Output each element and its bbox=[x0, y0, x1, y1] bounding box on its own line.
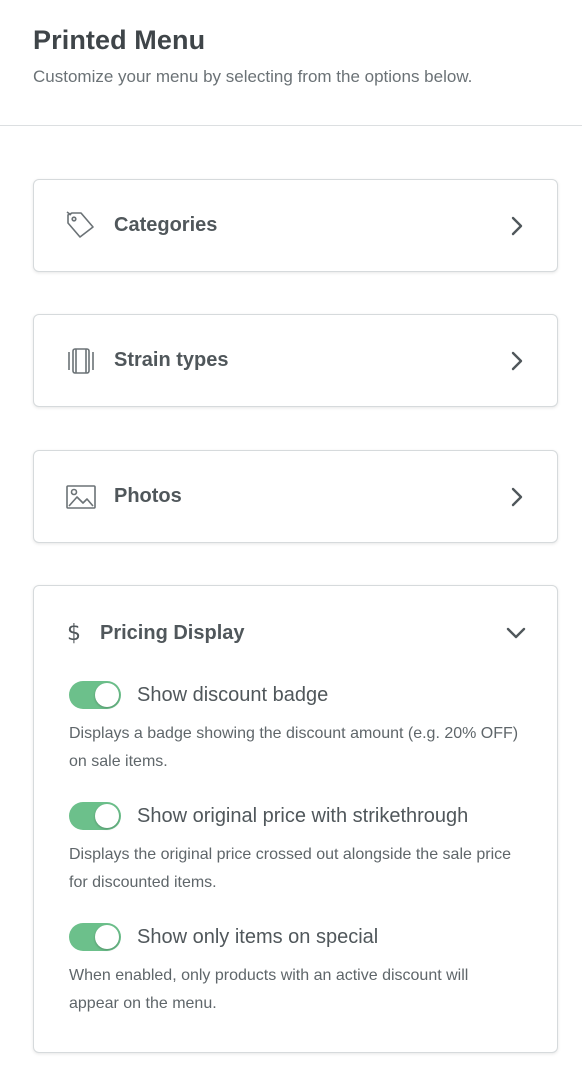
option-description: When enabled, only products with an acti… bbox=[69, 967, 469, 1012]
chevron-right-icon bbox=[507, 216, 527, 236]
page-subtitle: Customize your menu by selecting from th… bbox=[33, 67, 473, 86]
chevron-right-icon bbox=[507, 351, 527, 371]
show-discount-badge-toggle[interactable] bbox=[69, 681, 121, 709]
toggle-knob bbox=[95, 683, 119, 707]
strain-types-row[interactable]: Strain types bbox=[34, 315, 557, 406]
page-header: Printed Menu Customize your menu by sele… bbox=[0, 0, 582, 126]
option-description: Displays the original price crossed out … bbox=[69, 846, 512, 891]
option-description: Displays a badge showing the discount am… bbox=[69, 725, 519, 770]
section-photos[interactable]: Photos bbox=[33, 450, 558, 543]
toggle-knob bbox=[95, 925, 119, 949]
page-title: Printed Menu bbox=[33, 25, 206, 55]
strain-types-icon bbox=[64, 344, 98, 378]
pricing-option: Show only items on special When enabled,… bbox=[34, 922, 557, 1018]
photos-row[interactable]: Photos bbox=[34, 451, 557, 542]
categories-row[interactable]: Categories bbox=[34, 180, 557, 271]
chevron-down-icon[interactable] bbox=[505, 622, 527, 644]
dollar-icon: $ bbox=[67, 620, 81, 646]
section-categories[interactable]: Categories bbox=[33, 179, 558, 272]
pricing-option: Show original price with strikethrough D… bbox=[34, 801, 557, 897]
photo-icon bbox=[64, 480, 98, 514]
section-pricing-display: $ Pricing Display Show discount badge Di… bbox=[33, 585, 558, 1053]
option-label: Show original price with strikethrough bbox=[137, 804, 469, 827]
chevron-right-icon bbox=[507, 487, 527, 507]
option-label: Show discount badge bbox=[137, 683, 329, 706]
show-original-price-toggle[interactable] bbox=[69, 802, 121, 830]
show-only-specials-toggle[interactable] bbox=[69, 923, 121, 951]
categories-label: Categories bbox=[114, 214, 218, 236]
photos-label: Photos bbox=[114, 485, 182, 507]
section-strain-types[interactable]: Strain types bbox=[33, 314, 558, 407]
option-label: Show only items on special bbox=[137, 925, 379, 948]
toggle-knob bbox=[95, 804, 119, 828]
pricing-display-header[interactable]: $ Pricing Display bbox=[34, 586, 557, 680]
strain-types-label: Strain types bbox=[114, 349, 229, 371]
pricing-option: Show discount badge Displays a badge sho… bbox=[34, 680, 557, 776]
tag-icon bbox=[64, 209, 98, 243]
pricing-display-label: Pricing Display bbox=[100, 621, 245, 644]
